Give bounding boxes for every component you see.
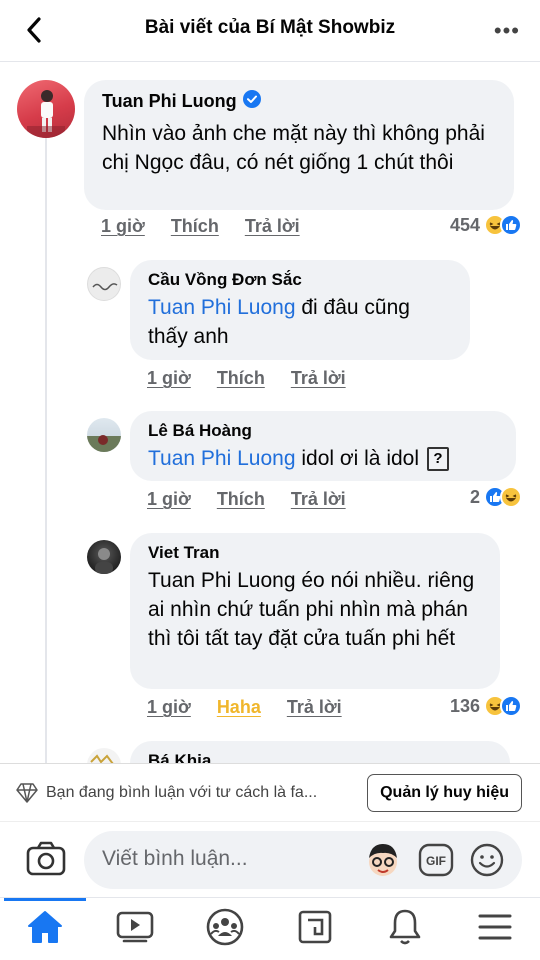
tab-notifications[interactable] [360,898,450,960]
tab-watch[interactable] [90,898,180,960]
emoji-icon[interactable] [470,843,504,882]
comment-author[interactable]: Cầu Vồng Đơn Sắc [148,270,452,290]
gif-icon[interactable]: GIF [418,843,454,882]
avatar[interactable] [87,267,121,301]
like-reaction-icon [500,214,522,236]
reaction-count: 2 [469,486,480,507]
mention-link[interactable]: Tuan Phi Luong [148,296,296,319]
comment-input[interactable]: Viết bình luận... GIF [84,831,522,889]
comment-text: Tuan Phi Luong idol ơi là idol ? [148,444,498,473]
comments-feed[interactable]: Tuan Phi Luong Nhìn vào ảnh che mặt này … [0,63,540,763]
comment-actions: 1 giờ Thích Trả lời [147,489,346,510]
reaction-summary[interactable]: 2 [470,486,522,508]
comment-time[interactable]: 1 giờ [101,216,145,237]
tab-groups[interactable] [180,898,270,960]
reply-button[interactable]: Trả lời [291,489,346,510]
comment-bubble[interactable]: Cầu Vồng Đơn Sắc Tuan Phi Luong đi đâu c… [130,260,470,360]
groups-icon [205,907,245,952]
bell-icon [388,908,422,951]
comment-time[interactable]: 1 giờ [147,368,191,389]
reply-button[interactable]: Trả lời [291,368,346,389]
menu-icon [477,912,513,947]
commenting-as-notice: Bạn đang bình luận với tư cách là fa... … [0,763,540,821]
verified-badge-icon [242,90,261,113]
like-button[interactable]: Thích [217,368,265,389]
mention-link[interactable]: Tuan Phi Luong [148,444,296,473]
comment-input-placeholder: Viết bình luận... [102,847,248,870]
video-icon [116,910,154,949]
comment-bubble[interactable]: Bá Khia [130,741,510,763]
unknown-emoji-icon: ? [427,446,450,471]
comment-time[interactable]: 1 giờ [147,697,191,718]
like-button[interactable]: Thích [217,489,265,510]
like-button[interactable]: Thích [171,216,219,237]
haha-reaction-icon [500,486,522,508]
avatar[interactable] [17,80,75,138]
bottom-nav [0,897,540,960]
reply-button[interactable]: Trả lời [287,697,342,718]
comment-actions: 1 giờ Thích Trả lời [101,216,300,237]
comment-text: Nhìn vào ảnh che mặt này thì không phải … [102,122,485,174]
comment-text: Tuan Phi Luong đi đâu cũng thấy anh [148,296,410,348]
comment-actions: 1 giờ Haha Trả lời [147,697,342,718]
comment-bubble[interactable]: Tuan Phi Luong Nhìn vào ảnh che mặt này … [84,80,514,210]
reaction-count: 454 [449,214,480,235]
comment-composer: Viết bình luận... GIF [0,821,540,897]
manage-badges-button[interactable]: Quản lý huy hiệu [367,774,522,812]
tab-home[interactable] [0,898,90,960]
reaction-summary[interactable]: 454 [450,214,522,236]
home-icon [27,910,63,949]
comment-author[interactable]: Tuan Phi Luong [102,90,496,113]
active-tab-indicator [4,898,86,901]
reply-button[interactable]: Trả lời [245,216,300,237]
reaction-summary[interactable]: 136 [450,695,522,717]
avatar[interactable] [87,540,121,574]
tab-news[interactable] [270,898,360,960]
comment-author[interactable]: Viet Tran [148,543,482,563]
tab-menu[interactable] [450,898,540,960]
avatar[interactable] [87,418,121,452]
notice-text: Bạn đang bình luận với tư cách là fa... [46,784,318,801]
reaction-count: 136 [449,695,480,716]
comment-author[interactable]: Lê Bá Hoàng [148,421,498,441]
avatar-sticker-icon[interactable] [364,840,402,885]
camera-icon[interactable] [26,841,66,882]
comment-bubble[interactable]: Viet Tran Tuan Phi Luong éo nói nhiều. r… [130,533,500,689]
comment-author[interactable]: Bá Khia [148,751,492,763]
avatar[interactable] [87,748,121,763]
comment-bubble[interactable]: Lê Bá Hoàng Tuan Phi Luong idol ơi là id… [130,411,516,481]
haha-reacted-button[interactable]: Haha [217,697,261,718]
comment-text: Tuan Phi Luong éo nói nhiều. riêng ai nh… [148,569,475,650]
more-options-icon[interactable]: ••• [494,18,520,44]
page-title: Bài viết của Bí Mật Showbiz [144,17,396,38]
top-bar: Bài viết của Bí Mật Showbiz ••• [0,0,540,62]
thread-line [45,138,47,763]
comment-time[interactable]: 1 giờ [147,489,191,510]
news-icon [297,909,333,950]
diamond-icon [16,783,38,808]
like-reaction-icon [500,695,522,717]
comment-actions: 1 giờ Thích Trả lời [147,368,346,389]
svg-text:GIF: GIF [426,854,446,868]
